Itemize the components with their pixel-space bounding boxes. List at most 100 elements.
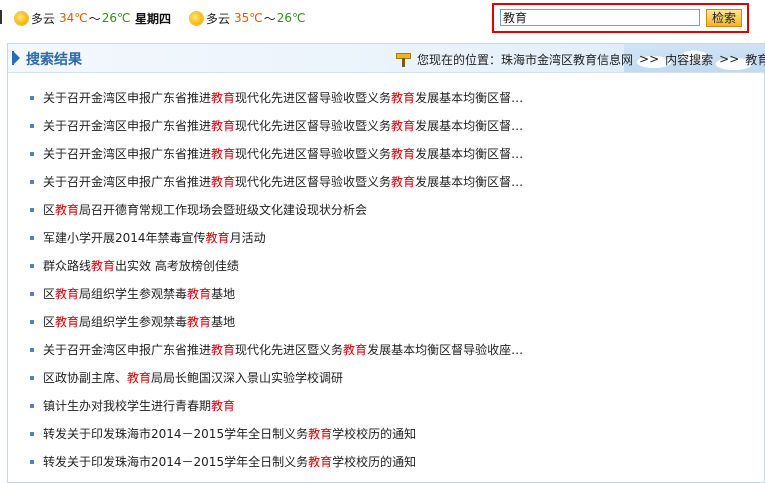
result-link[interactable]: 关于召开金湾区申报广东省推进教育现代化先进区督导验收暨义务教育发展基本均衡区督…	[43, 175, 523, 189]
weather-low: 26℃	[276, 11, 306, 25]
bullet-icon	[30, 432, 34, 436]
result-link[interactable]: 区教育局组织学生参观禁毒教育基地	[43, 287, 235, 301]
list-item: 区教育局召开德育常规工作现场会暨班级文化建设现状分析会	[30, 196, 523, 224]
result-text: 学校校历的通知	[332, 427, 417, 441]
result-link[interactable]: 关于召开金湾区申报广东省推进教育现代化先进区暨义务教育发展基本均衡区督导验收座…	[43, 343, 523, 357]
result-link[interactable]: 区政协副主席、教育局局长鲍国汉深入景山实验学校调研	[43, 371, 343, 385]
result-text: 局召开德育常规工作现场会暨班级文化建设现状分析会	[79, 203, 368, 217]
search-button[interactable]: 检索	[706, 9, 742, 27]
bullet-icon	[30, 376, 34, 380]
result-text: 关于召开金湾区申报广东省推进	[43, 147, 212, 161]
result-text: 现代化先进区暨义务	[235, 343, 344, 357]
result-link[interactable]: 关于召开金湾区申报广东省推进教育现代化先进区督导验收暨义务教育发展基本均衡区督…	[43, 91, 523, 105]
breadcrumb-separator: >>	[719, 52, 740, 66]
result-link[interactable]: 军建小学开展2014年禁毒宣传教育月活动	[43, 231, 266, 245]
keyword-highlight: 教育	[391, 175, 416, 189]
result-text: 镇计生办对我校学生进行青春期	[43, 399, 212, 413]
result-link[interactable]: 区教育局组织学生参观禁毒教育基地	[43, 315, 235, 329]
result-link[interactable]: 区教育局召开德育常规工作现场会暨班级文化建设现状分析会	[43, 203, 367, 217]
list-item: 关于召开金湾区申报广东省推进教育现代化先进区暨义务教育发展基本均衡区督导验收座…	[30, 336, 523, 364]
keyword-highlight: 教育	[211, 399, 236, 413]
result-link[interactable]: 关于召开金湾区申报广东省推进教育现代化先进区督导验收暨义务教育发展基本均衡区督…	[43, 147, 523, 161]
bullet-icon	[30, 236, 34, 240]
keyword-highlight: 教育	[308, 455, 333, 469]
breadcrumb-content-search[interactable]: 内容搜索	[665, 51, 713, 68]
keyword-highlight: 教育	[91, 259, 116, 273]
weather-bar: 多云 34℃ ～ 26℃ 星期四 多云 35℃ ～ 26℃ 检索	[0, 0, 765, 38]
breadcrumb-home[interactable]: 珠海市金湾区教育信息网	[501, 51, 633, 68]
result-text: 现代化先进区督导验收暨义务	[235, 91, 392, 105]
list-item: 关于召开金湾区申报广东省推进教育现代化先进区督导验收暨义务教育发展基本均衡区督…	[30, 112, 523, 140]
breadcrumb-separator: >>	[639, 52, 660, 66]
weather-condition: 多云	[31, 11, 56, 26]
result-text: 发展基本均衡区督…	[415, 119, 524, 133]
list-item: 区政协副主席、教育局局长鲍国汉深入景山实验学校调研	[30, 364, 523, 392]
weather-high: 34℃	[59, 11, 88, 25]
bullet-icon	[30, 124, 34, 128]
result-text: 区	[43, 287, 56, 301]
result-text: 发展基本均衡区督…	[415, 147, 524, 161]
result-text: 群众路线	[43, 259, 92, 273]
result-link[interactable]: 群众路线教育出实效 高考放榜创佳绩	[43, 259, 239, 273]
list-item: 军建小学开展2014年禁毒宣传教育月活动	[30, 224, 523, 252]
keyword-highlight: 教育	[127, 371, 152, 385]
result-text: 基地	[211, 315, 236, 329]
breadcrumb: 您现在的位置： 珠海市金湾区教育信息网 >> 内容搜索 >> 教育	[396, 50, 765, 68]
result-text: 局局长鲍国汉深入景山实验学校调研	[151, 371, 344, 385]
weather-high: 35℃	[234, 11, 263, 25]
keyword-highlight: 教育	[391, 147, 416, 161]
weather-today: 多云 34℃ ～ 26℃	[15, 10, 131, 26]
list-item: 关于召开金湾区申报广东省推进教育现代化先进区督导验收暨义务教育发展基本均衡区督…	[30, 140, 523, 168]
result-text: 学校校历的通知	[332, 455, 417, 469]
weather-condition: 多云	[206, 11, 231, 26]
keyword-highlight: 教育	[308, 427, 333, 441]
keyword-highlight: 教育	[391, 91, 416, 105]
result-text: 转发关于印发珠海市2014－2015学年全日制义务	[43, 427, 309, 441]
bullet-icon	[30, 96, 34, 100]
list-item: 区教育局组织学生参观禁毒教育基地	[30, 280, 523, 308]
result-text: 关于召开金湾区申报广东省推进	[43, 175, 212, 189]
keyword-highlight: 教育	[187, 315, 212, 329]
keyword-highlight: 教育	[205, 231, 230, 245]
result-link[interactable]: 转发关于印发珠海市2014－2015学年全日制义务教育学校校历的通知	[43, 455, 416, 469]
list-item: 关于召开金湾区申报广东省推进教育现代化先进区督导验收暨义务教育发展基本均衡区督…	[30, 84, 523, 112]
result-link[interactable]: 关于召开金湾区申报广东省推进教育现代化先进区督导验收暨义务教育发展基本均衡区督…	[43, 119, 523, 133]
list-item: 镇计生办对我校学生进行青春期教育	[30, 392, 523, 420]
weather-tomorrow: 多云 35℃ ～ 26℃	[190, 10, 306, 26]
result-text: 关于召开金湾区申报广东省推进	[43, 343, 212, 357]
result-text: 月活动	[229, 231, 266, 245]
result-text: 发展基本均衡区督…	[415, 91, 524, 105]
result-text: 区	[43, 315, 56, 329]
panel-title: 搜索结果	[26, 52, 82, 68]
result-text: 局组织学生参观禁毒	[79, 287, 188, 301]
keyword-highlight: 教育	[211, 175, 236, 189]
result-text: 现代化先进区督导验收暨义务	[235, 175, 392, 189]
result-text: 局组织学生参观禁毒	[79, 315, 188, 329]
keyword-highlight: 教育	[211, 91, 236, 105]
keyword-highlight: 教育	[211, 343, 236, 357]
arrow-right-icon	[14, 52, 20, 64]
search-input[interactable]	[500, 9, 700, 26]
bullet-icon	[30, 320, 34, 324]
bullet-icon	[30, 152, 34, 156]
result-text: 转发关于印发珠海市2014－2015学年全日制义务	[43, 455, 309, 469]
result-text: 基地	[211, 287, 236, 301]
bullet-icon	[30, 292, 34, 296]
result-text: 区政协副主席、	[43, 371, 128, 385]
result-text: 区	[43, 203, 56, 217]
bullet-icon	[30, 460, 34, 464]
keyword-highlight: 教育	[343, 343, 368, 357]
result-text: 关于召开金湾区申报广东省推进	[43, 119, 212, 133]
result-link[interactable]: 镇计生办对我校学生进行青春期教育	[43, 399, 235, 413]
result-link[interactable]: 转发关于印发珠海市2014－2015学年全日制义务教育学校校历的通知	[43, 427, 416, 441]
keyword-highlight: 教育	[187, 287, 212, 301]
list-item: 群众路线教育出实效 高考放榜创佳绩	[30, 252, 523, 280]
weather-low: 26℃	[101, 11, 131, 25]
result-text: 现代化先进区督导验收暨义务	[235, 119, 392, 133]
list-item: 转发关于印发珠海市2014－2015学年全日制义务教育学校校历的通知	[30, 420, 523, 448]
keyword-highlight: 教育	[55, 287, 80, 301]
result-list: 关于召开金湾区申报广东省推进教育现代化先进区督导验收暨义务教育发展基本均衡区督……	[30, 84, 523, 476]
signpost-icon	[396, 52, 411, 67]
bullet-icon	[30, 180, 34, 184]
bullet-icon	[30, 264, 34, 268]
